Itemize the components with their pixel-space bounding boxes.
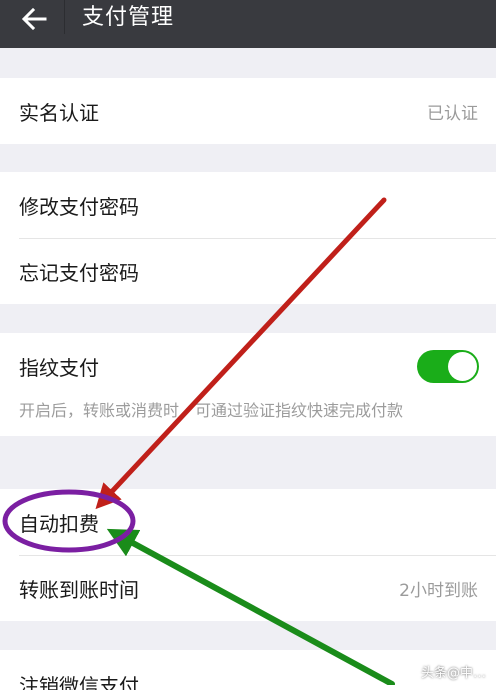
forgot-password-label: 忘记支付密码 [19, 260, 139, 285]
realname-status: 已认证 [427, 103, 478, 124]
transfer-time-label: 转账到账时间 [19, 577, 139, 602]
page-title: 支付管理 [82, 5, 175, 30]
auto-deduct-label: 自动扣费 [19, 511, 99, 536]
password-section: 修改支付密码 忘记支付密码 [0, 172, 496, 304]
fingerprint-label: 指纹支付 [19, 355, 99, 380]
realname-row[interactable]: 实名认证 已认证 [0, 78, 496, 144]
change-password-row[interactable]: 修改支付密码 [0, 172, 496, 238]
realname-label: 实名认证 [19, 100, 99, 125]
back-arrow-icon [21, 8, 47, 30]
transfer-time-value: 2小时到账 [399, 580, 478, 601]
payment-section: 自动扣费 转账到账时间 2小时到账 [0, 489, 496, 621]
fingerprint-row: 指纹支付 [0, 333, 496, 399]
watermark: 头条@中… [400, 662, 486, 681]
toggle-knob [448, 352, 477, 381]
transfer-time-row[interactable]: 转账到账时间 2小时到账 [0, 555, 496, 621]
realname-section: 实名认证 已认证 [0, 78, 496, 144]
top-navigation-bar: 支付管理 [0, 0, 496, 48]
back-button[interactable] [14, 2, 54, 36]
watermark-text: 头条@中… [420, 666, 486, 681]
fingerprint-description: 开启后，转账或消费时，可通过验证指纹快速完成付款 [19, 401, 404, 420]
change-password-label: 修改支付密码 [19, 194, 139, 219]
watermark-logo-icon [400, 663, 417, 680]
fingerprint-toggle[interactable] [417, 350, 479, 383]
forgot-password-row[interactable]: 忘记支付密码 [0, 238, 496, 304]
auto-deduct-row[interactable]: 自动扣费 [0, 489, 496, 555]
header-divider [64, 0, 65, 34]
fingerprint-section: 指纹支付 开启后，转账或消费时，可通过验证指纹快速完成付款 [0, 333, 496, 436]
cancel-wechat-pay-label: 注销微信支付 [19, 674, 139, 690]
